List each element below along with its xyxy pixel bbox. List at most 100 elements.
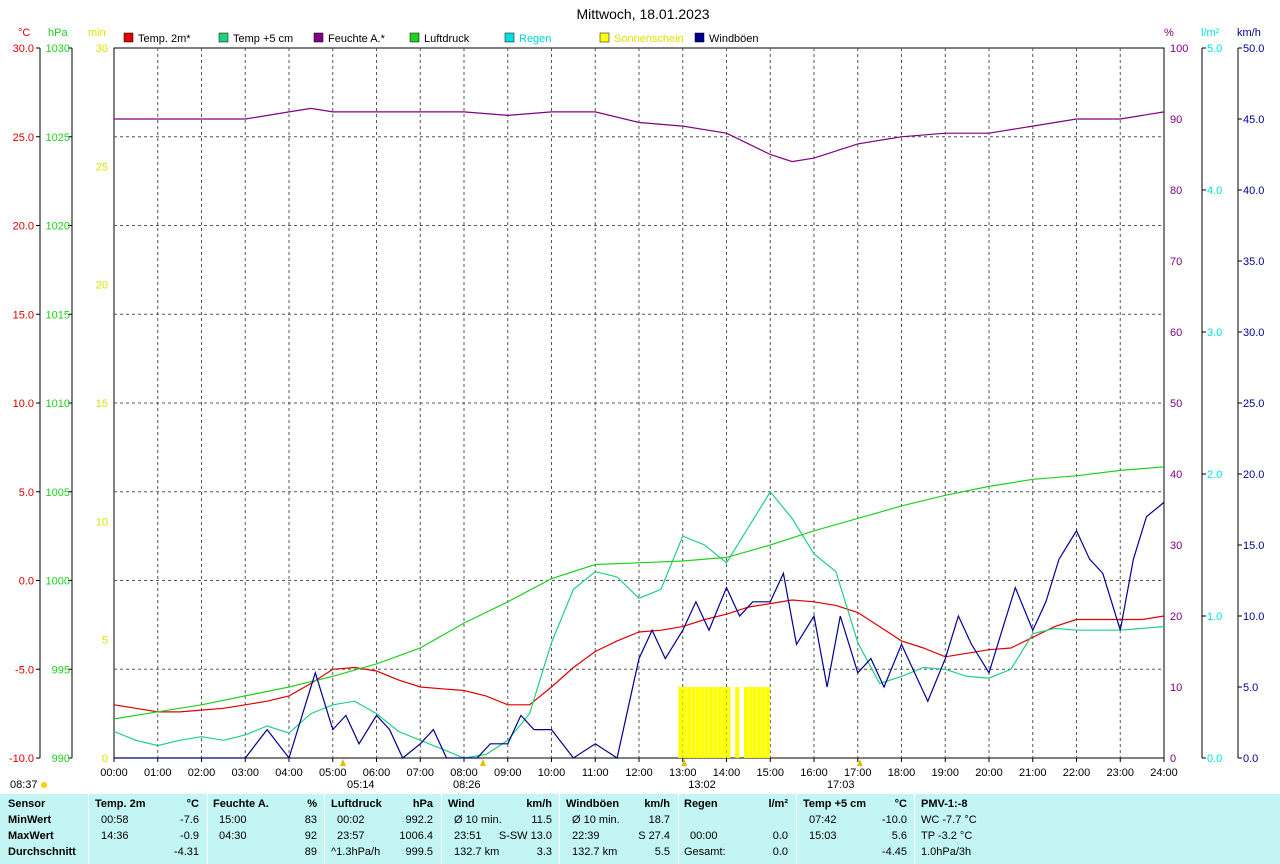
weather-chart: Mittwoch, 18.01.2023 Temp. 2m* Temp +5 cm… <box>9 6 1265 791</box>
wind-tick-label: 0.0 <box>1243 753 1258 765</box>
time-tick-label: 15:00 <box>756 767 784 779</box>
wind-tick-label: 50.0 <box>1243 43 1264 55</box>
humidity-tick-label: 50 <box>1170 398 1182 410</box>
sunshine-bar <box>726 687 731 758</box>
stats-value: 0.0 <box>772 830 788 842</box>
sunshine-bar <box>687 687 692 758</box>
time-tick-label: 10:00 <box>538 767 566 779</box>
time-tick-label: 09:00 <box>494 767 522 779</box>
stats-distance: 132.7 km <box>572 846 618 858</box>
humidity-tick-label: 60 <box>1170 327 1182 339</box>
stats-header: Sensor <box>8 798 46 810</box>
time-tick-label: 20:00 <box>975 767 1003 779</box>
humidity-tick-label: 30 <box>1170 540 1182 552</box>
sunshine-bar <box>682 687 687 758</box>
stats-value: 999.5 <box>405 846 433 858</box>
stats-unit: % <box>307 798 317 810</box>
sun-tick-label: 15 <box>96 398 108 410</box>
time-tick-label: 13:00 <box>669 767 697 779</box>
stats-time: 23:57 <box>337 830 365 842</box>
time-axis: 00:00 01:00 02:00 03:00 04:00 05:00 06:00 07:00… <box>100 758 1178 779</box>
time-tick-label: 07:00 <box>406 767 434 779</box>
temp-tick-label: -10.0 <box>9 753 34 765</box>
stats-col-regen: Regen l/m² 00:00 0.0 Gesamt: 0.0 <box>684 796 790 860</box>
stats-col-luftdruck: Luftdruck hPa 00:02 992.2 23:57 1006.4 ^1.3… <box>331 796 435 860</box>
wind-tick-label: 15.0 <box>1243 540 1264 552</box>
time-tick-label: 14:00 <box>713 767 741 779</box>
stats-value: 0.0 <box>772 846 788 858</box>
stats-value: 11.5 <box>531 814 552 826</box>
time-tick-label: 05:00 <box>319 767 347 779</box>
time-tick-label: 17:00 <box>844 767 872 779</box>
stats-value: 5.5 <box>654 846 670 858</box>
stats-col-temp5cm: Temp +5 cm °C 07:42 -10.0 15:03 5.6 -4.45 <box>803 796 909 860</box>
wind-tick-label: 10.0 <box>1243 611 1264 623</box>
stats-total-label: Gesamt: <box>684 846 726 858</box>
noon-time: 13:02 <box>688 779 716 791</box>
stats-unit: l/m² <box>768 798 788 810</box>
statistics-table: Sensor MinWert MaxWert Durchschnitt Temp… <box>0 794 1280 864</box>
stats-distance: 132.7 km <box>454 846 500 858</box>
sunshine-bar <box>722 687 727 758</box>
sunshine-bar <box>713 687 718 758</box>
sunshine-bar <box>709 687 713 758</box>
wind-tick-label: 5.0 <box>1243 682 1258 694</box>
stats-unit: °C <box>186 798 199 810</box>
chart-title: Mittwoch, 18.01.2023 <box>576 6 709 22</box>
stats-time: 00:00 <box>690 830 718 842</box>
humidity-tick-label: 20 <box>1170 611 1182 623</box>
sunrise-time: 08:37 <box>10 779 38 791</box>
sunshine-bar <box>744 687 748 758</box>
sunshine-bar <box>717 687 722 758</box>
time-tick-label: 08:00 <box>450 767 478 779</box>
stats-col-feuchte: Feuchte A.% 15:00 83 04:30 92 89 <box>213 796 319 860</box>
rain-unit: l/m² <box>1201 27 1220 39</box>
time-tick-label: 24:00 <box>1150 767 1178 779</box>
time-tick-label: 19:00 <box>931 767 959 779</box>
sunshine-bar <box>761 687 766 758</box>
sun-unit: min <box>88 27 106 39</box>
stats-value: 92 <box>304 830 317 842</box>
time-tick-label: 06:00 <box>363 767 391 779</box>
sun-tick-label: 20 <box>96 280 108 292</box>
pressure-tick-label: 1015 <box>46 309 70 321</box>
stats-time: 15:00 <box>219 814 247 826</box>
stats-value: -7.6 <box>180 814 199 826</box>
stats-time: Ø 10 min. <box>572 814 620 826</box>
time-tick-label: 02:00 <box>188 767 216 779</box>
sunshine-bar <box>748 687 753 758</box>
pressure-tick-label: 1020 <box>46 221 70 233</box>
pressure-tick-label: 1025 <box>46 132 70 144</box>
sunshine-bar <box>695 687 700 758</box>
humidity-tick-label: 40 <box>1170 469 1182 481</box>
time-tick-label: 04:00 <box>275 767 303 779</box>
temp-tick-label: -5.0 <box>15 664 34 676</box>
time-tick-label: 11:00 <box>582 767 609 779</box>
stats-time: 07:42 <box>809 814 837 826</box>
sunrise-icon <box>41 782 47 788</box>
legend-swatch <box>504 32 515 43</box>
sunshine-bar <box>765 687 770 758</box>
stats-value: 992.2 <box>405 814 433 826</box>
legend-label: Luftdruck <box>424 33 470 45</box>
dawn-time: 08:26 <box>453 779 481 791</box>
stats-row-label: MinWert <box>8 814 52 826</box>
stats-value: -4.45 <box>881 846 907 858</box>
stats-header: Wind <box>448 798 475 810</box>
dawn-marker <box>479 759 486 766</box>
wind-tick-label: 40.0 <box>1243 185 1264 197</box>
stats-header: Windböen <box>566 798 620 810</box>
stats-pressure-trend: 1.0hPa/3h <box>921 846 972 858</box>
legend-label: Temp. 2m* <box>138 33 191 45</box>
wind-tick-label: 25.0 <box>1243 398 1264 410</box>
stats-time: 04:30 <box>219 830 247 842</box>
stats-time: Ø 10 min. <box>454 814 502 826</box>
stats-value: 83 <box>304 814 317 826</box>
stats-col-temp2m: Temp. 2m °C 00:58 -7.6 14:36 -0.9 -4.31 <box>95 796 201 860</box>
pressure-tick-label: 1030 <box>46 43 70 55</box>
stats-time: 23:51 <box>454 830 482 842</box>
time-tick-label: 12:00 <box>625 767 653 779</box>
twilight-marker <box>339 759 346 766</box>
stats-header: Regen <box>684 798 718 810</box>
stats-windchill: WC -7.7 °C <box>921 814 977 826</box>
